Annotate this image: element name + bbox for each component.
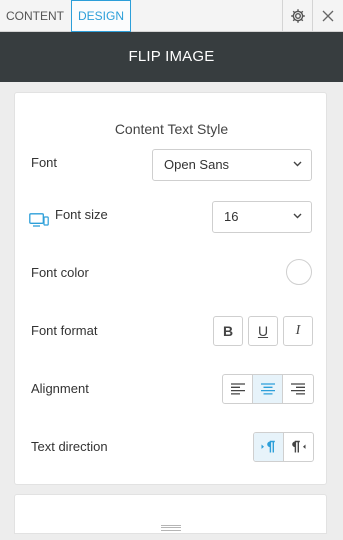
- align-right-icon: [291, 383, 305, 395]
- rtl-direction-icon: [291, 440, 306, 453]
- font-format-label: Font format: [31, 323, 98, 338]
- align-left-icon: [230, 383, 245, 395]
- ltr-button[interactable]: [254, 433, 284, 461]
- content-text-style-card: Content Text Style Font Open Sans Font s…: [14, 92, 327, 485]
- font-color-swatch[interactable]: [286, 259, 312, 285]
- font-select[interactable]: Open Sans: [152, 149, 312, 181]
- responsive-devices-icon[interactable]: [29, 213, 49, 227]
- font-size-select[interactable]: 16: [212, 201, 312, 233]
- align-center-icon: [260, 383, 275, 395]
- bold-button[interactable]: B: [213, 316, 243, 346]
- align-center-button[interactable]: [253, 375, 283, 403]
- close-icon: [322, 10, 334, 22]
- chevron-down-icon: [293, 213, 302, 219]
- italic-glyph: I: [295, 323, 301, 338]
- align-left-button[interactable]: [223, 375, 253, 403]
- text-direction-group: [253, 432, 314, 462]
- settings-button[interactable]: [282, 0, 312, 32]
- gear-icon: [290, 9, 305, 23]
- rtl-button[interactable]: [284, 433, 313, 461]
- top-toolbar: CONTENT DESIGN: [0, 0, 343, 32]
- tab-content[interactable]: CONTENT: [0, 0, 70, 32]
- bold-glyph: B: [222, 323, 234, 339]
- underline-button[interactable]: U: [248, 316, 278, 346]
- font-color-label: Font color: [31, 265, 89, 280]
- close-button[interactable]: [312, 0, 343, 32]
- text-direction-label: Text direction: [31, 439, 108, 454]
- resize-handle[interactable]: [161, 525, 181, 531]
- font-size-value: 16: [224, 209, 239, 224]
- italic-button[interactable]: I: [283, 316, 313, 346]
- font-size-label: Font size: [55, 207, 108, 222]
- align-right-button[interactable]: [283, 375, 313, 403]
- alignment-group: [222, 374, 314, 404]
- tab-design[interactable]: DESIGN: [71, 0, 131, 32]
- font-select-value: Open Sans: [164, 157, 230, 172]
- alignment-label: Alignment: [31, 381, 89, 396]
- section-title: Content Text Style: [114, 121, 229, 137]
- panel-title: FLIP IMAGE: [0, 32, 343, 82]
- font-label: Font: [31, 155, 58, 170]
- underline-glyph: U: [257, 323, 269, 339]
- ltr-direction-icon: [261, 440, 275, 453]
- chevron-down-icon: [293, 161, 302, 167]
